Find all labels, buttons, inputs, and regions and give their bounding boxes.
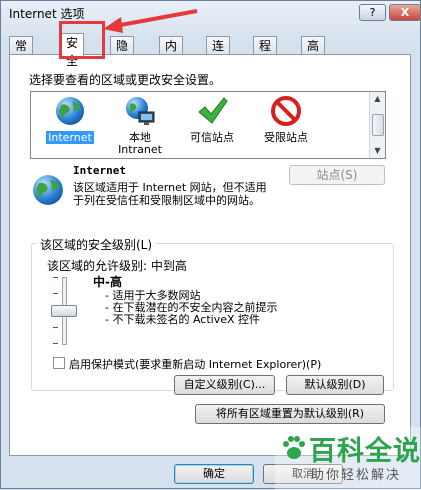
ok-button[interactable]: 确定 (174, 464, 254, 484)
protected-mode-label: 启用保护模式(要求重新启动 Internet Explorer)(P) (69, 358, 322, 371)
annotation-highlight-box (59, 21, 105, 59)
zone-prompt-text: 选择要查看的区域或更改安全设置。 (29, 73, 222, 87)
scroll-thumb[interactable] (372, 114, 384, 136)
checkmark-icon (198, 97, 228, 124)
window-title: Internet 选项 (9, 7, 85, 21)
zone-restricted-sites[interactable]: 受限站点 (253, 95, 319, 144)
allowed-levels-text: 该区域的允许级别: 中到高 (47, 259, 187, 273)
scroll-up-icon[interactable]: ▲ (373, 95, 382, 103)
help-button[interactable]: ? (359, 4, 386, 21)
restricted-icon (271, 96, 301, 126)
selected-zone-name: Internet (73, 164, 126, 177)
security-level-description: - 适用于大多数网站 - 在下载潜在的不安全内容之前提示 - 不下载未签名的 A… (105, 290, 277, 326)
security-level-name: 中-高 (93, 275, 122, 289)
scroll-down-icon[interactable]: ▼ (373, 147, 382, 155)
zone-restricted-label: 受限站点 (264, 131, 308, 144)
security-level-group-title: 该区域的安全级别(L) (37, 236, 156, 253)
tab-programs[interactable]: 程序 (253, 36, 278, 71)
tab-connections[interactable]: 连接 (206, 36, 231, 71)
tab-advanced[interactable]: 高级 (301, 36, 326, 71)
close-button[interactable]: X (389, 4, 421, 21)
zone-intranet-label: 本地 Intranet (118, 131, 162, 156)
security-level-slider[interactable] (49, 277, 79, 347)
selected-zone-globe-icon (33, 175, 63, 205)
default-level-button[interactable]: 默认级别(D) (286, 375, 384, 395)
watermark: 百科全说 助你轻松解决 (275, 427, 421, 490)
intranet-icon (126, 97, 155, 125)
annotation-arrow-icon (103, 9, 198, 33)
protected-mode-row[interactable]: 启用保护模式(要求重新启动 Internet Explorer)(P) (53, 356, 321, 372)
zone-local-intranet[interactable]: 本地 Intranet (107, 95, 173, 156)
slider-handle[interactable] (51, 305, 77, 317)
zone-trusted-label: 可信站点 (190, 131, 234, 144)
tab-privacy[interactable]: 隐私 (110, 36, 135, 71)
protected-mode-checkbox[interactable] (53, 357, 65, 369)
zone-description: 该区域适用于 Internet 网站，但不适用于列在受信任和受限制区域中的网站。 (73, 181, 267, 207)
watermark-title: 百科全说 (309, 436, 421, 467)
internet-options-window: Internet 选项 ? X 常规 安全 隐私 内容 连接 程序 高级 选择要… (0, 0, 421, 490)
zone-trusted-sites[interactable]: 可信站点 (179, 95, 245, 144)
zone-internet[interactable]: Internet (37, 95, 103, 144)
tab-content[interactable]: 内容 (159, 36, 184, 71)
reset-all-zones-button[interactable]: 将所有区域重置为默认级别(R) (195, 404, 385, 424)
sites-button[interactable]: 站点(S) (289, 165, 385, 185)
zone-list: Internet 本地 Intranet 可信站点 受限站点 ▲ ▼ (30, 91, 386, 159)
tab-general[interactable]: 常规 (9, 36, 34, 71)
globe-icon (56, 97, 84, 125)
custom-level-button[interactable]: 自定义级别(C)... (174, 375, 275, 395)
zone-internet-label: Internet (46, 131, 94, 144)
zone-list-scrollbar[interactable]: ▲ ▼ (369, 92, 385, 158)
watermark-subtitle: 助你轻松解决 (311, 468, 402, 483)
paw-logo-icon (283, 436, 305, 459)
level-bullet: - 不下载未签名的 ActiveX 控件 (105, 313, 261, 326)
